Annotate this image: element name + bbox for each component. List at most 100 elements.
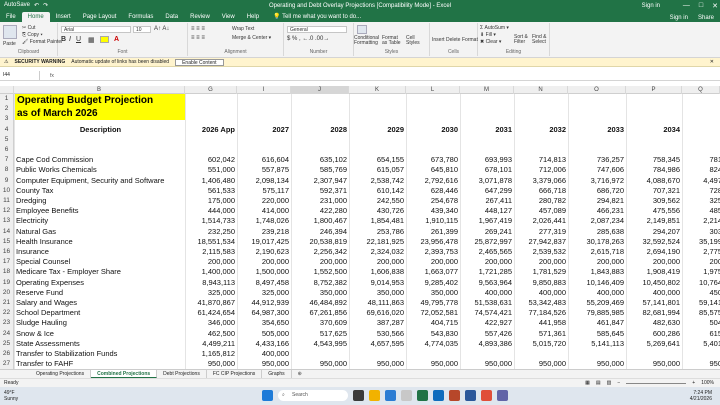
tab-review[interactable]: Review: [184, 12, 216, 22]
value-cell[interactable]: 2,324,032: [349, 247, 404, 257]
value-cell[interactable]: 2,026,441: [514, 216, 566, 226]
value-cell[interactable]: 261,399: [406, 227, 458, 237]
row-header[interactable]: 4: [0, 124, 14, 135]
value-cell[interactable]: 693,993: [460, 155, 512, 165]
value-cell[interactable]: 2,393,753: [406, 247, 458, 257]
row-header[interactable]: 26: [0, 349, 14, 360]
value-cell[interactable]: 4,497: [682, 176, 720, 186]
row-header[interactable]: 22: [0, 308, 14, 319]
align-left-icon[interactable]: ≡ ≡ ≡: [191, 35, 205, 41]
value-cell[interactable]: 23,956,478: [406, 237, 458, 247]
value-cell[interactable]: 1,721,285: [460, 267, 512, 277]
value-cell[interactable]: 747,606: [568, 165, 624, 175]
value-cell[interactable]: 5,015,720: [514, 339, 566, 349]
value-cell[interactable]: 25,872,997: [460, 237, 512, 247]
row-header[interactable]: 9: [0, 175, 14, 186]
value-cell[interactable]: 232,250: [185, 227, 235, 237]
sort-filter-button[interactable]: Sort & Filter: [514, 35, 530, 45]
sheet-tab-graphs[interactable]: Graphs: [262, 370, 292, 378]
row-header[interactable]: 12: [0, 206, 14, 217]
copy-button[interactable]: ⎘ Copy ▾: [22, 32, 43, 38]
value-cell[interactable]: 950,000: [568, 359, 624, 369]
value-cell[interactable]: 200,000: [349, 257, 404, 267]
value-cell[interactable]: 53,342,483: [514, 298, 566, 308]
value-cell[interactable]: 200,000: [514, 257, 566, 267]
value-cell[interactable]: 1,967,419: [460, 216, 512, 226]
header-year[interactable]: 2033: [568, 125, 624, 135]
tab-data[interactable]: Data: [159, 12, 184, 22]
value-cell[interactable]: 354,650: [237, 318, 289, 328]
column-header[interactable]: P: [626, 86, 682, 94]
value-cell[interactable]: 4,499,211: [185, 339, 235, 349]
value-cell[interactable]: 466,231: [568, 206, 624, 216]
sheet-tab-debt[interactable]: Debt Projections: [157, 370, 207, 378]
line-item-label[interactable]: Natural Gas: [16, 227, 56, 237]
value-cell[interactable]: 77,184,526: [514, 308, 566, 318]
value-cell[interactable]: 950,000: [626, 359, 680, 369]
powerpoint-icon[interactable]: [449, 390, 460, 401]
row-header[interactable]: 21: [0, 298, 14, 309]
line-item-label[interactable]: Transfer to Stabilization Funds: [16, 349, 117, 359]
file-explorer-icon[interactable]: [369, 390, 380, 401]
value-cell[interactable]: 253,786: [349, 227, 404, 237]
insert-cells-button[interactable]: Insert: [432, 37, 445, 43]
taskbar-search[interactable]: ⌕ Search: [278, 390, 348, 401]
name-box[interactable]: I44: [0, 71, 40, 80]
value-cell[interactable]: 824: [682, 165, 720, 175]
value-cell[interactable]: 285,638: [568, 227, 624, 237]
value-cell[interactable]: 280,782: [514, 196, 566, 206]
header-year[interactable]: 2030: [406, 125, 458, 135]
weather-widget[interactable]: 49°F Sunny: [4, 390, 18, 402]
cell-styles-button[interactable]: Cell Styles: [406, 36, 426, 46]
fill-color-icon[interactable]: [100, 36, 109, 43]
value-cell[interactable]: 18,551,534: [185, 237, 235, 247]
paste-icon[interactable]: [3, 25, 17, 39]
column-header[interactable]: I: [237, 86, 291, 94]
value-cell[interactable]: 200,000: [291, 257, 347, 267]
bold-icon[interactable]: B: [61, 36, 66, 43]
value-cell[interactable]: 85,575: [682, 308, 720, 318]
value-cell[interactable]: 67,261,856: [291, 308, 347, 318]
value-cell[interactable]: 200: [682, 257, 720, 267]
value-cell[interactable]: 736,257: [568, 155, 624, 165]
sign-in-tab[interactable]: Sign in: [670, 15, 688, 21]
row-header[interactable]: 5: [0, 134, 14, 145]
value-cell[interactable]: 712,006: [514, 165, 566, 175]
value-cell[interactable]: 200,000: [626, 257, 680, 267]
select-all-corner[interactable]: [0, 86, 14, 94]
value-cell[interactable]: 602,042: [185, 155, 235, 165]
value-cell[interactable]: 246,394: [291, 227, 347, 237]
value-cell[interactable]: 1,975: [682, 267, 720, 277]
tab-view[interactable]: View: [216, 12, 241, 22]
value-cell[interactable]: 55,209,469: [568, 298, 624, 308]
font-name-select[interactable]: Arial: [61, 26, 131, 33]
value-cell[interactable]: 575,117: [237, 186, 289, 196]
number-format-select[interactable]: General: [287, 26, 347, 33]
value-cell[interactable]: 645,810: [406, 165, 458, 175]
value-cell[interactable]: 200,000: [568, 257, 624, 267]
value-cell[interactable]: 571,361: [514, 329, 566, 339]
value-cell[interactable]: 628,446: [406, 186, 458, 196]
line-item-label[interactable]: Transfer to FAHF: [16, 359, 73, 369]
value-cell[interactable]: 1,781,529: [514, 267, 566, 277]
value-cell[interactable]: 781: [682, 155, 720, 165]
value-cell[interactable]: 714,813: [514, 155, 566, 165]
value-cell[interactable]: 294,821: [568, 196, 624, 206]
font-size-select[interactable]: 10: [133, 26, 151, 33]
sheet-tab-operating[interactable]: Operating Projections: [30, 370, 92, 378]
edge-icon[interactable]: [385, 390, 396, 401]
value-cell[interactable]: 267,411: [460, 196, 512, 206]
value-cell[interactable]: 9,014,953: [349, 278, 404, 288]
value-cell[interactable]: 200,000: [185, 257, 235, 267]
format-painter-button[interactable]: 🖌 Format Painter: [22, 39, 63, 45]
line-item-label[interactable]: Health Insurance: [16, 237, 73, 247]
value-cell[interactable]: 2,538,742: [349, 176, 404, 186]
value-cell[interactable]: 1,606,838: [349, 267, 404, 277]
row-header[interactable]: 23: [0, 318, 14, 329]
clear-button[interactable]: ✖ Clear ▾: [480, 39, 501, 45]
value-cell[interactable]: 200,000: [237, 257, 289, 267]
value-cell[interactable]: 1,400,000: [185, 267, 235, 277]
line-item-label[interactable]: State Assessments: [16, 339, 80, 349]
store-icon[interactable]: [401, 390, 412, 401]
value-cell[interactable]: 950,000: [514, 359, 566, 369]
